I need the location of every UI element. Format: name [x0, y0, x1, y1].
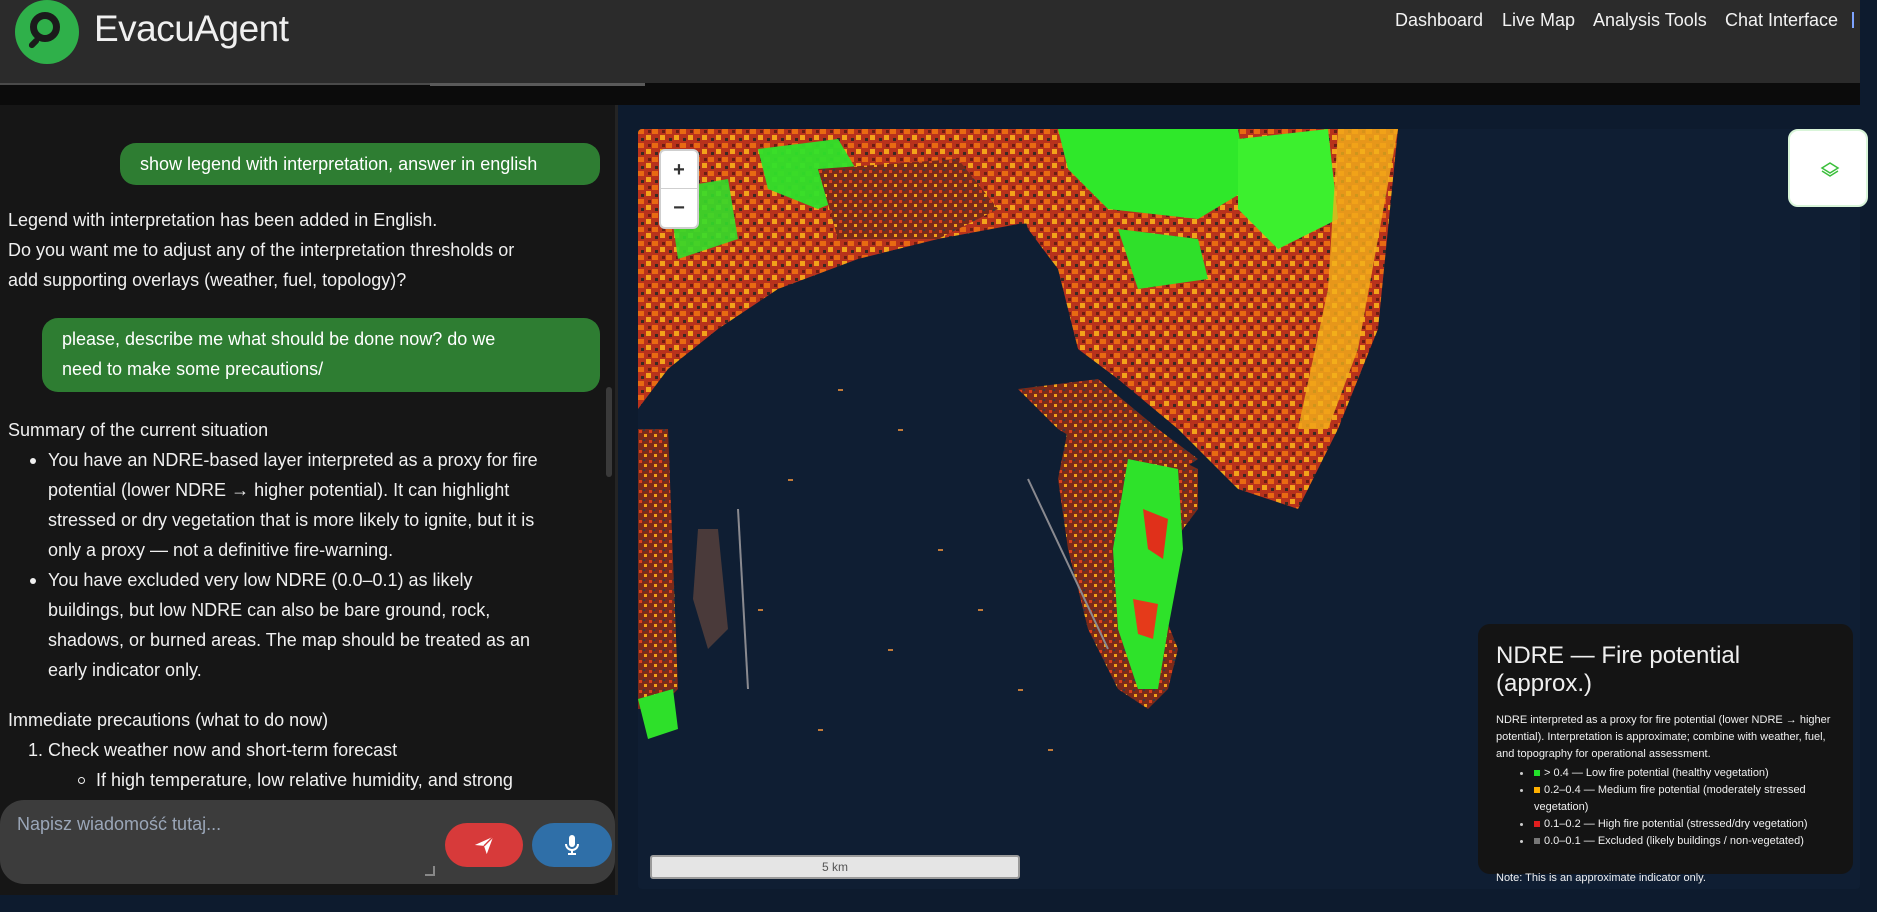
legend-swatch [1534, 821, 1540, 828]
summary-list: You have an NDRE-based layer interpreted… [8, 445, 608, 685]
list-item: You have excluded very low NDRE (0.0–0.1… [8, 565, 608, 685]
user-message: show legend with interpretation, answer … [120, 143, 600, 185]
zoom-control: + − [659, 149, 699, 229]
chat-messages[interactable]: show legend with interpretation, answer … [0, 105, 612, 800]
list-item: 1. Check weather now and short-term fore… [28, 740, 398, 760]
bot-message-line: add supporting overlays (weather, fuel, … [8, 270, 407, 290]
bot-message-line: Do you want me to adjust any of the inte… [8, 240, 515, 260]
message-input-placeholder: Napisz wiadomość tutaj... [17, 814, 222, 834]
summary-heading: Summary of the current situation [8, 420, 269, 440]
header-divider [0, 83, 1860, 105]
legend-item: 0.1–0.2 — High fire potential (stressed/… [1496, 816, 1835, 833]
send-button[interactable] [445, 823, 523, 867]
chat-scrollbar[interactable] [606, 387, 612, 477]
list-item: You have an NDRE-based layer interpreted… [8, 445, 608, 565]
legend-item: > 0.4 — Low fire potential (healthy vege… [1496, 765, 1835, 782]
zoom-in-button[interactable]: + [661, 151, 697, 189]
resize-handle-icon[interactable] [425, 866, 435, 876]
legend-item: 0.2–0.4 — Medium fire potential (moderat… [1496, 782, 1835, 816]
user-message-line: please, describe me what should be done … [62, 329, 496, 349]
send-icon [474, 836, 494, 855]
layers-button[interactable] [1788, 129, 1868, 207]
legend-description: NDRE interpreted as a proxy for fire pot… [1496, 714, 1831, 760]
app-logo-icon[interactable] [15, 0, 79, 64]
legend-swatch [1534, 838, 1540, 845]
chat-composer: Napisz wiadomość tutaj... [0, 800, 615, 895]
microphone-icon [565, 835, 579, 855]
legend-items: > 0.4 — Low fire potential (healthy vege… [1496, 765, 1835, 850]
nav-overflow-indicator [1852, 12, 1854, 28]
nav-analysis-tools[interactable]: Analysis Tools [1593, 10, 1707, 31]
top-header: EvacuAgent Dashboard Live Map Analysis T… [0, 0, 1860, 88]
microphone-button[interactable] [532, 823, 612, 867]
list-subitem: If high temperature, low relative humidi… [8, 765, 608, 795]
legend-item: 0.0–0.1 — Excluded (likely buildings / n… [1496, 833, 1835, 850]
app-title: EvacuAgent [94, 8, 289, 49]
layers-icon [1820, 162, 1840, 177]
map-canvas[interactable]: + − 5 km NDRE — Fire potential (approx.)… [638, 129, 1860, 889]
legend-note: Note: This is an approximate indicator o… [1496, 872, 1706, 884]
bot-message-line: Legend with interpretation has been adde… [8, 210, 438, 230]
precautions-list: 1. Check weather now and short-term fore… [8, 735, 608, 795]
nav-live-map[interactable]: Live Map [1502, 10, 1575, 31]
precautions-heading: Immediate precautions (what to do now) [8, 710, 329, 730]
legend-swatch [1534, 770, 1540, 777]
user-message: please, describe me what should be done … [42, 318, 600, 392]
map-panel: + − 5 km NDRE — Fire potential (approx.)… [620, 105, 1868, 895]
chat-panel: show legend with interpretation, answer … [0, 105, 618, 895]
zoom-out-button[interactable]: − [661, 189, 697, 227]
map-scale-bar: 5 km [650, 855, 1020, 879]
user-message-line: need to make some precautions/ [62, 359, 324, 379]
legend-title: NDRE — Fire potential (approx.) [1496, 642, 1741, 697]
app-root: EvacuAgent Dashboard Live Map Analysis T… [0, 0, 1877, 912]
legend-swatch [1534, 787, 1540, 794]
map-legend: NDRE — Fire potential (approx.) NDRE int… [1478, 624, 1853, 884]
nav-chat-interface[interactable]: Chat Interface [1725, 10, 1838, 31]
nav-dashboard[interactable]: Dashboard [1395, 10, 1483, 31]
